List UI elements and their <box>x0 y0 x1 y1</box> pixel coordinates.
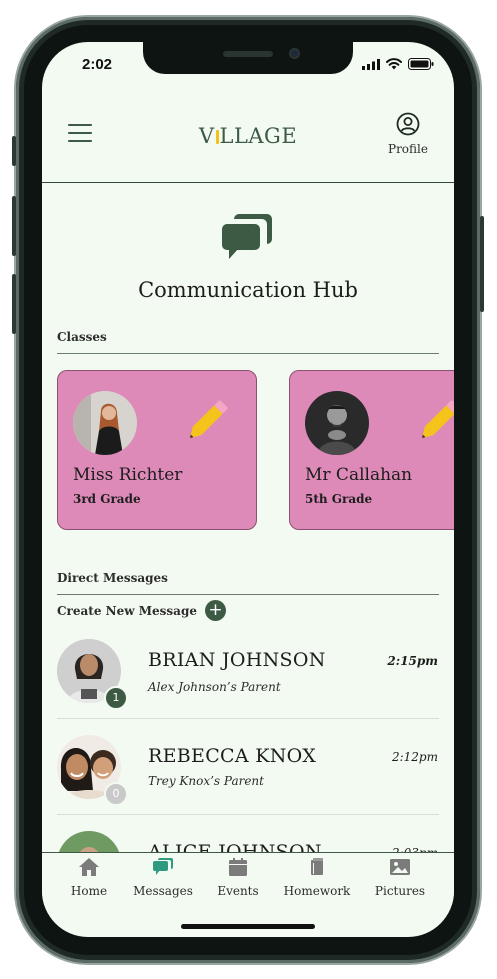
profile-icon <box>396 112 420 136</box>
tab-pictures[interactable]: Pictures <box>360 857 440 898</box>
create-new-message-button[interactable]: Create New Message + <box>57 600 226 621</box>
message-row-rebecca-knox[interactable]: 0 REBECCA KNOX Trey Knox’s Parent 2:12pm <box>42 719 454 815</box>
create-message-label: Create New Message <box>57 603 197 618</box>
chat-bubbles-icon <box>222 214 272 259</box>
message-row-brian-johnson[interactable]: 1 BRIAN JOHNSON Alex Johnson’s Parent 2:… <box>42 622 454 718</box>
tab-label: Home <box>70 884 108 898</box>
signal-icon <box>362 58 380 70</box>
contact-relation: Alex Johnson’s Parent <box>148 680 281 694</box>
teacher-name: Mr Callahan <box>305 465 413 485</box>
speaker <box>223 51 273 57</box>
home-icon <box>79 858 99 876</box>
contact-name: REBECCA KNOX <box>148 745 317 767</box>
picture-icon <box>390 859 410 875</box>
classes-divider <box>57 353 439 354</box>
logo-text-start: V <box>198 124 215 148</box>
app-header: V LLAGE Profile <box>42 106 454 183</box>
unread-count-badge: 1 <box>104 686 128 710</box>
pencil-icon <box>422 400 454 438</box>
teacher-name: Miss Richter <box>73 465 183 485</box>
volume-up-button <box>12 196 16 256</box>
tab-home[interactable]: Home <box>49 857 129 898</box>
page-title: Communication Hub <box>138 278 358 302</box>
teacher-photo <box>73 391 137 455</box>
calendar-icon <box>229 858 247 876</box>
logo-pencil-mark <box>215 130 219 144</box>
teacher-avatar <box>73 391 137 455</box>
home-indicator[interactable] <box>181 924 315 929</box>
app-screen: 2:02 V LLAGE Profile Communication Hub C… <box>42 42 454 937</box>
pencil-icon <box>190 400 228 438</box>
teacher-avatar <box>305 391 369 455</box>
tab-events[interactable]: Events <box>198 857 278 898</box>
plus-icon: + <box>204 600 226 621</box>
battery-icon <box>408 58 434 70</box>
wifi-icon <box>386 58 402 70</box>
message-time: 2:15pm <box>387 654 438 668</box>
tab-label: Pictures <box>374 884 426 898</box>
bottom-tab-bar: Home Messages Events Homework Pictures <box>42 852 454 905</box>
tab-homework[interactable]: Homework <box>277 857 357 898</box>
tab-label: Homework <box>283 884 351 898</box>
class-card-miss-richter[interactable]: Miss Richter 3rd Grade <box>57 370 257 530</box>
unread-count-badge: 0 <box>104 782 128 806</box>
mute-switch <box>12 136 16 166</box>
status-icons <box>362 58 434 70</box>
status-time: 2:02 <box>82 56 113 73</box>
contact-name: BRIAN JOHNSON <box>148 649 326 671</box>
tab-messages[interactable]: Messages <box>123 857 203 898</box>
volume-down-button <box>12 274 16 334</box>
messages-icon <box>153 858 173 875</box>
class-grade: 5th Grade <box>305 492 373 506</box>
profile-label: Profile <box>388 142 428 156</box>
contact-relation: Trey Knox’s Parent <box>148 774 264 788</box>
direct-messages-divider <box>57 594 439 595</box>
class-card-mr-callahan[interactable]: Mr Callahan 5th Grade <box>289 370 454 530</box>
direct-messages-section-label: Direct Messages <box>57 571 168 585</box>
notch <box>143 42 353 74</box>
books-icon <box>311 858 323 875</box>
classes-section-label: Classes <box>57 330 107 344</box>
power-button <box>480 216 484 312</box>
class-grade: 3rd Grade <box>73 492 141 506</box>
profile-button[interactable]: Profile <box>388 112 428 156</box>
teacher-photo <box>305 391 369 455</box>
tab-label: Messages <box>133 884 193 898</box>
message-time: 2:12pm <box>391 750 438 764</box>
logo-text-end: LLAGE <box>219 124 298 148</box>
tab-label: Events <box>217 884 259 898</box>
front-camera <box>289 48 300 59</box>
